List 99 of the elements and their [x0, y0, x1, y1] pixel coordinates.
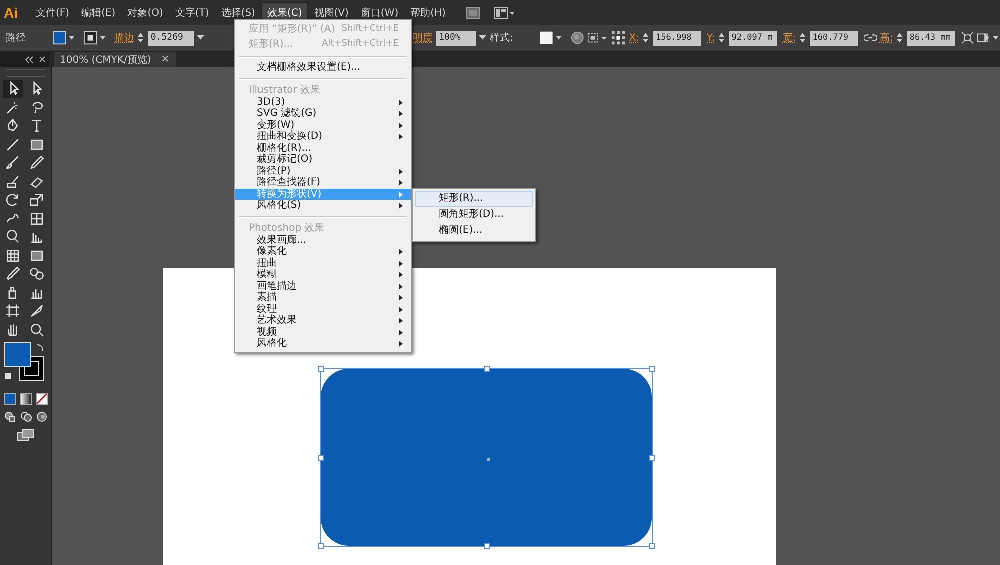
document-title: 100% (CMYK/预览): [60, 54, 152, 66]
opacity-label[interactable]: 明度: [413, 31, 434, 45]
menu-section-header: Photoshop 效果: [248, 222, 326, 234]
menu-item-label: 扭曲和变换(D): [257, 131, 323, 142]
reference-point-icon[interactable]: [611, 30, 626, 46]
menu-item[interactable]: 画笔描边: [235, 280, 411, 292]
tab-close-button[interactable]: ×: [161, 54, 170, 65]
menu-item[interactable]: 文档栅格效果设置(E)...: [235, 62, 411, 74]
dropdown-caret-icon[interactable]: [479, 35, 487, 41]
menu-item[interactable]: 裁剪标记(O): [235, 154, 411, 166]
menu-item[interactable]: 纹理: [235, 304, 411, 315]
menu-item-label: 路径(P): [257, 166, 291, 176]
object-type-label: 路径: [6, 32, 26, 45]
draw-behind-icon[interactable]: [20, 410, 32, 422]
menu-item-label: 裁剪标记(O): [257, 154, 313, 166]
gradient-mode-icon[interactable]: [20, 392, 32, 404]
dimension-label[interactable]: Y:: [707, 32, 716, 44]
shortcut-label: Shift+Ctrl+E: [342, 23, 399, 36]
menu-item-label: 视频: [257, 326, 277, 338]
menu-item[interactable]: 风格化(S): [235, 200, 411, 212]
draw-normal-icon[interactable]: [4, 410, 16, 422]
menu-item[interactable]: 像素化: [235, 246, 411, 258]
menu-item[interactable]: SVG 滤镜(G): [235, 108, 411, 120]
menu-item[interactable]: 文件(F): [30, 2, 76, 24]
link-icon[interactable]: [864, 32, 877, 44]
menu-item[interactable]: 扭曲: [235, 258, 411, 269]
menu-item[interactable]: 素描: [235, 292, 411, 304]
dimension-field[interactable]: 92.097 m: [728, 30, 777, 46]
menu-item-label: 变形(W): [257, 120, 295, 130]
document-tab[interactable]: 100% (CMYK/预览) ×: [54, 52, 176, 67]
dimension-label[interactable]: 宽:: [782, 31, 796, 45]
close-icon[interactable]: [39, 56, 46, 63]
dimension-label[interactable]: 高:: [880, 31, 894, 45]
style-label: 样式:: [490, 32, 514, 45]
screen-mode-icon[interactable]: [16, 428, 34, 442]
submenu-item[interactable]: 圆角矩形(D)...: [415, 207, 533, 223]
dimension-label[interactable]: X:: [629, 32, 640, 44]
stroke-weight-field[interactable]: 0.5269: [148, 30, 194, 46]
menu-item[interactable]: 对象(O): [122, 2, 170, 24]
menu-item-label: 文档栅格效果设置(E)...: [257, 62, 361, 74]
menu-item-label: 纹理: [257, 304, 277, 314]
menu-item-label: 像素化: [257, 246, 287, 258]
dimension-field[interactable]: 86.43 mm: [906, 30, 955, 46]
globe-icon[interactable]: [570, 31, 584, 45]
submenu-item[interactable]: 椭圆(E)...: [415, 223, 533, 239]
menu-item-label: 路径查找器(F): [257, 177, 321, 188]
menu-item-label: 扭曲: [257, 258, 277, 268]
menu-item[interactable]: 帮助(H): [404, 2, 452, 24]
spinner-icon[interactable]: [137, 31, 145, 45]
submenu-item[interactable]: 矩形(R)...: [415, 191, 533, 207]
menu-item-label: 转换为形状(V): [257, 188, 322, 200]
menu-item-label: 3D(3): [257, 96, 286, 108]
menu-item[interactable]: 3D(3): [235, 96, 411, 108]
color-mode-icon[interactable]: [4, 392, 16, 404]
app-logo: Ai: [3, 4, 19, 20]
menu-item[interactable]: 路径查找器(F): [235, 177, 411, 188]
stroke-label[interactable]: 描边: [114, 31, 134, 45]
menu-item[interactable]: 视频: [235, 326, 411, 338]
menu-item-label: 艺术效果: [257, 315, 297, 326]
shortcut-label: Alt+Shift+Ctrl+E: [322, 38, 399, 51]
menu-item-label: 风格化(S): [257, 200, 302, 212]
menu-item-label: 素描: [257, 292, 277, 304]
dimension-field[interactable]: 156.998: [653, 30, 702, 46]
menu-item-label: 画笔描边: [257, 280, 297, 292]
menu-item[interactable]: 栅格化(R)...: [235, 142, 411, 154]
menu-item[interactable]: 效果画廊...: [235, 234, 411, 246]
spinner-icon[interactable]: [799, 31, 807, 45]
spinner-icon[interactable]: [896, 31, 904, 45]
spinner-icon[interactable]: [642, 31, 650, 45]
dimension-field[interactable]: 160.779: [810, 30, 858, 46]
panel-grip[interactable]: [6, 69, 46, 77]
spinner-icon[interactable]: [718, 31, 726, 45]
menu-item[interactable]: 变形(W): [235, 120, 411, 131]
stroke-swatch[interactable]: [84, 31, 108, 45]
menu-item-label: 风格化: [257, 338, 287, 350]
dropdown-caret-icon[interactable]: [196, 35, 204, 41]
draw-inside-icon[interactable]: [36, 410, 48, 422]
menu-item-label: 模糊: [257, 269, 277, 280]
menu-item[interactable]: 编辑(E): [76, 2, 122, 24]
menu-section-header: Illustrator 效果: [248, 84, 322, 96]
menu-item[interactable]: 风格化: [235, 338, 411, 350]
menu-item[interactable]: 路径(P): [235, 166, 411, 177]
menu-item[interactable]: 扭曲和变换(D): [235, 131, 411, 142]
menu-item-label: 应用 “矩形(R)” (A): [249, 22, 336, 37]
bridge-icon[interactable]: [466, 6, 480, 18]
menu-item[interactable]: 模糊: [235, 269, 411, 280]
menu-item-label: SVG 滤镜(G): [257, 108, 317, 120]
menu-item[interactable]: 文字(T): [169, 2, 216, 24]
menu-item-label: 栅格化(R)...: [257, 142, 312, 154]
align-icon[interactable]: [587, 31, 608, 45]
transform-icon[interactable]: [960, 31, 974, 45]
menu-item[interactable]: 艺术效果: [235, 315, 411, 326]
panel-menu-icon[interactable]: [977, 31, 1000, 45]
layout-icon[interactable]: [494, 6, 516, 18]
opacity-field[interactable]: 100%: [436, 30, 476, 46]
collapse-icon[interactable]: [24, 56, 34, 64]
menu-item-label: 效果画廊...: [257, 234, 307, 246]
none-mode-icon[interactable]: [36, 392, 48, 404]
menu-item-label: 矩形(R)...: [249, 38, 294, 52]
